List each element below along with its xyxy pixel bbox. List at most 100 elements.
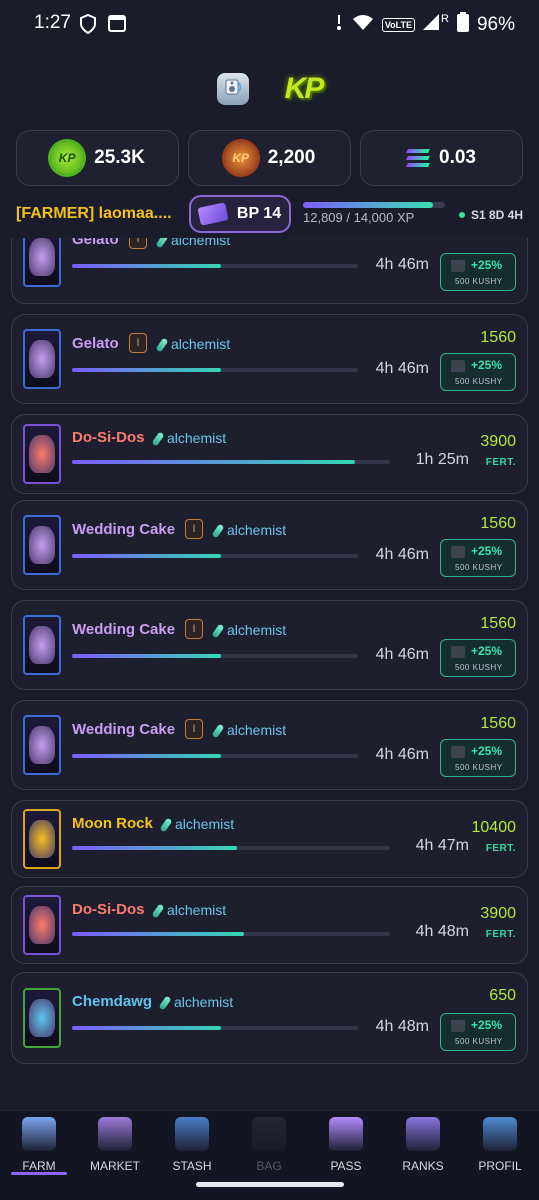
role-label: alchemist (227, 522, 287, 538)
growth-progress-fill (72, 554, 221, 558)
kushy-icon (451, 546, 465, 558)
fertilizer-label: FERT. (485, 843, 516, 854)
kushy-boost-button[interactable]: +25% 500 KUSHY (440, 1013, 516, 1051)
xp-progress-fill (303, 202, 433, 208)
role-label: alchemist (167, 430, 227, 446)
kp-balance[interactable]: KP 25.3K (16, 130, 179, 186)
home-indicator[interactable] (196, 1182, 344, 1187)
battle-pass-badge[interactable]: BP 14 (189, 195, 291, 233)
kp-logo: KP (284, 72, 325, 105)
growth-progress-bar (72, 554, 358, 558)
battery-icon (456, 12, 469, 38)
player-name[interactable]: [FARMER] laomaa.... (16, 205, 172, 223)
calendar-icon (108, 14, 126, 39)
farm-plot-card[interactable]: Wedding Cake 4h 46m 1560 Ialchemist +25%… (11, 500, 528, 590)
growth-timer: 4h 46m (375, 256, 429, 273)
nav-label: BAG (256, 1159, 282, 1173)
role-label: alchemist (171, 238, 231, 248)
role-label: alchemist (227, 722, 287, 738)
fertilizer-label: FERT. (485, 457, 516, 468)
nav-tab-bag[interactable]: BAG (238, 1117, 300, 1173)
strain-level-badge: I (129, 238, 147, 249)
farm-icon (22, 1117, 56, 1151)
kushy-boost-button[interactable]: +25% 500 KUSHY (440, 353, 516, 391)
role-label: alchemist (175, 816, 235, 832)
role-label: alchemist (174, 994, 234, 1010)
nav-tab-farm[interactable]: FARM (8, 1117, 70, 1173)
speaker-icon (223, 77, 243, 102)
strain-name: Wedding Cake (72, 721, 176, 738)
boost-percent: +25% (471, 1018, 503, 1032)
roaming-indicator: R (441, 13, 449, 25)
nav-tab-profil[interactable]: PROFIL (469, 1117, 531, 1173)
live-dot-icon (458, 212, 465, 218)
test-tube-icon (211, 623, 225, 639)
farm-plot-card[interactable]: Wedding Cake 4h 46m 1560 Ialchemist +25%… (11, 600, 528, 690)
role-tag: alchemist (211, 622, 286, 639)
growth-progress-bar (72, 460, 390, 464)
growth-progress-fill (72, 264, 221, 268)
boost-cost: 500 KUSHY (455, 277, 503, 286)
nav-label: MARKET (89, 1159, 140, 1173)
nav-tab-market[interactable]: MARKET (84, 1117, 146, 1173)
role-tag: alchemist (151, 902, 227, 919)
strain-name: Do-Si-Dos (72, 429, 145, 446)
growth-progress-bar (72, 846, 390, 850)
growth-progress-bar (72, 264, 358, 268)
wifi-icon (352, 14, 374, 36)
season-timer: S1 8D 4H (458, 208, 523, 222)
growth-progress-fill (72, 932, 244, 936)
sol-balance-value: 0.03 (439, 147, 476, 168)
growth-timer: 4h 46m (375, 546, 429, 563)
strain-name: Chemdawg (72, 993, 153, 1010)
role-tag: alchemist (155, 336, 230, 353)
nav-label: RANKS (402, 1159, 444, 1173)
copper-coin-icon: KP (223, 141, 258, 175)
fertilizer-label: FERT. (485, 929, 516, 940)
growth-progress-bar (72, 1026, 358, 1030)
farm-list[interactable]: Gelato 4h 46m 1560 Ialchemist +25% 500 K… (11, 238, 528, 1098)
farm-plot-card[interactable]: Do-Si-Dos 1h 25m 3900 alchemist FERT. (11, 414, 528, 494)
nav-tab-stash[interactable]: STASH (161, 1117, 223, 1173)
farm-plot-card[interactable]: Moon Rock 4h 47m 10400 alchemist FERT. (11, 800, 528, 878)
farm-plot-card[interactable]: Chemdawg 4h 48m 650 alchemist +25% 500 K… (11, 972, 528, 1064)
reward-value: 1560 (480, 615, 516, 632)
kushy-boost-button[interactable]: +25% 500 KUSHY (440, 639, 516, 677)
kp-coin-icon: KP (50, 141, 85, 175)
boost-cost: 500 KUSHY (455, 663, 503, 672)
farm-plot-card[interactable]: Do-Si-Dos 4h 48m 3900 alchemist FERT. (11, 886, 528, 964)
kushy-boost-button[interactable]: +25% 500 KUSHY (440, 539, 516, 577)
role-tag: alchemist (211, 722, 287, 739)
strain-card-image (23, 238, 61, 287)
bag-icon (252, 1117, 286, 1151)
profil-icon (483, 1117, 517, 1151)
ranks-icon (406, 1117, 440, 1151)
strain-card-image (23, 515, 61, 575)
boost-percent: +25% (471, 644, 503, 658)
nav-tab-ranks[interactable]: RANKS (392, 1117, 454, 1173)
reward-value: 1560 (480, 715, 516, 732)
signal-icon (423, 14, 440, 36)
sol-balance[interactable]: 0.03 (360, 130, 523, 186)
season-text: S1 8D 4H (470, 208, 523, 222)
sound-toggle-button[interactable] (216, 73, 249, 105)
boost-percent: +25% (471, 744, 503, 758)
growth-progress-bar (72, 654, 358, 658)
role-label: alchemist (167, 902, 227, 918)
copper-balance[interactable]: KP 2,200 (188, 130, 351, 186)
farm-plot-card[interactable]: Wedding Cake 4h 46m 1560 Ialchemist +25%… (11, 700, 528, 790)
farm-plot-card[interactable]: Gelato 4h 46m 1560 Ialchemist +25% 500 K… (11, 238, 528, 304)
growth-progress-fill (72, 460, 356, 464)
strain-card-image (23, 715, 61, 775)
nav-label: PROFIL (478, 1159, 522, 1173)
status-time: 1:27 (34, 12, 71, 33)
nav-tab-pass[interactable]: PASS (315, 1117, 377, 1173)
battery-percent: 96% (476, 14, 515, 35)
strain-card-image (23, 424, 61, 484)
kushy-boost-button[interactable]: +25% 500 KUSHY (440, 253, 516, 291)
role-tag: alchemist (159, 816, 235, 833)
growth-progress-fill (72, 654, 221, 658)
reward-value: 3900 (480, 433, 516, 450)
kushy-boost-button[interactable]: +25% 500 KUSHY (440, 739, 516, 777)
farm-plot-card[interactable]: Gelato 4h 46m 1560 Ialchemist +25% 500 K… (11, 314, 528, 404)
